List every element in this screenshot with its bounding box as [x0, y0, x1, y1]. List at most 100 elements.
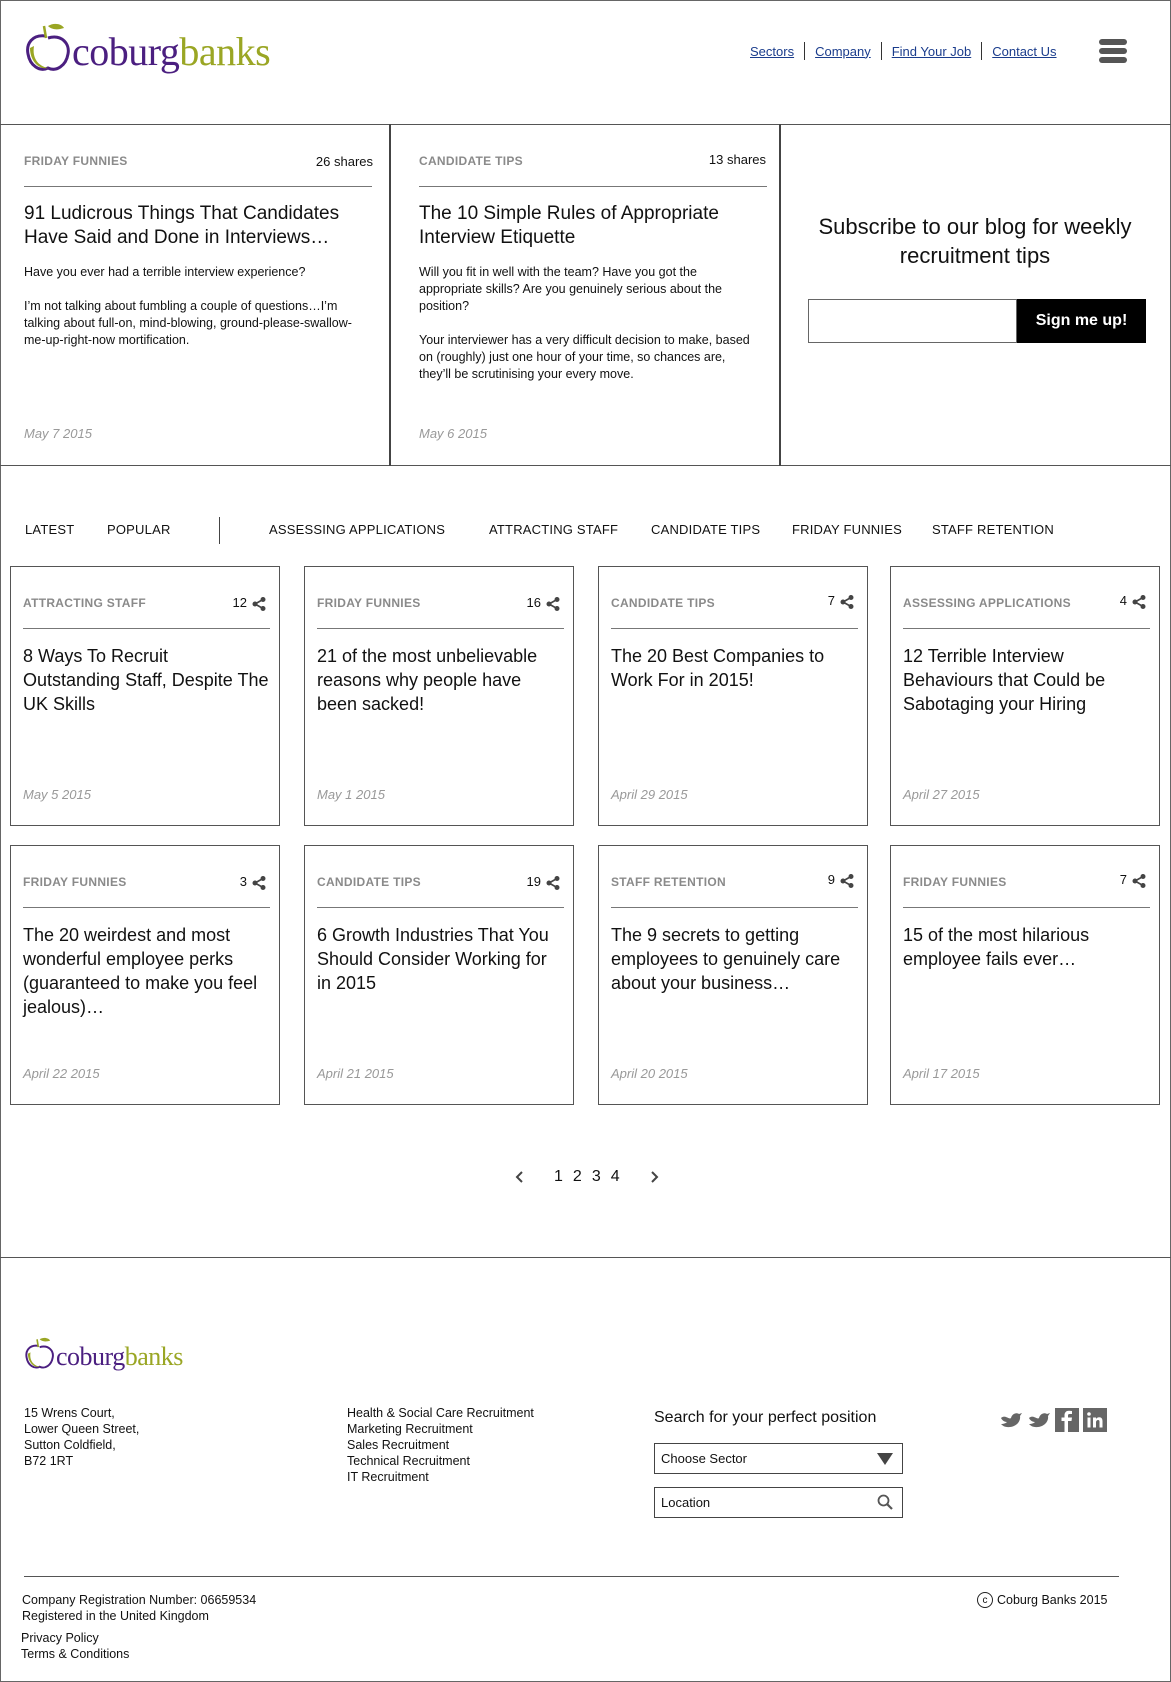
location-placeholder: Location: [661, 1495, 711, 1510]
page-link-4[interactable]: 4: [611, 1168, 620, 1186]
service-link[interactable]: Technical Recruitment: [347, 1453, 534, 1469]
terms-link[interactable]: Terms & Conditions: [21, 1646, 129, 1662]
divider: [611, 907, 858, 908]
post-category[interactable]: CANDIDATE TIPS: [317, 875, 421, 889]
post-card[interactable]: CANDIDATE TIPS 7 The 20 Best Companies t…: [598, 566, 868, 826]
post-card[interactable]: FRIDAY FUNNIES 16 21 of the most unbelie…: [304, 566, 574, 826]
post-share-count: 4: [1119, 593, 1127, 608]
post-category[interactable]: FRIDAY FUNNIES: [903, 875, 1007, 889]
page-link-3[interactable]: 3: [592, 1168, 601, 1186]
featured-title[interactable]: The 10 Simple Rules of Appropriate Inter…: [419, 202, 759, 250]
filter-assessing-applications[interactable]: ASSESSING APPLICATIONS: [269, 522, 445, 537]
divider: [317, 907, 564, 908]
page-link-2[interactable]: 2: [573, 1168, 582, 1186]
divider: [24, 186, 372, 187]
service-link[interactable]: IT Recruitment: [347, 1469, 534, 1485]
post-category[interactable]: ATTRACTING STAFF: [23, 596, 146, 610]
copyright-icon: c: [977, 1592, 993, 1608]
filter-candidate-tips[interactable]: CANDIDATE TIPS: [651, 522, 760, 537]
featured-category[interactable]: CANDIDATE TIPS: [419, 154, 523, 168]
post-title[interactable]: The 20 Best Companies to Work For in 201…: [611, 644, 857, 692]
featured-shares: 13 shares: [708, 152, 766, 167]
linkedin-icon[interactable]: [1083, 1408, 1107, 1432]
share-icon[interactable]: [1132, 595, 1146, 609]
chevron-left-icon[interactable]: [515, 1171, 523, 1183]
footer-address: 15 Wrens Court, Lower Queen Street, Sutt…: [24, 1405, 139, 1469]
featured-title[interactable]: 91 Ludicrous Things That Candidates Have…: [24, 202, 374, 250]
copyright-text: Coburg Banks 2015: [997, 1593, 1108, 1607]
sector-select[interactable]: Choose Sector: [654, 1443, 903, 1474]
address-line: Lower Queen Street,: [24, 1422, 140, 1436]
post-title[interactable]: The 20 weirdest and most wonderful emplo…: [23, 923, 269, 1019]
twitter-icon[interactable]: [1027, 1410, 1051, 1430]
share-icon[interactable]: [252, 597, 266, 611]
nav-contact-us[interactable]: Contact Us: [982, 44, 1066, 59]
post-title[interactable]: 12 Terrible Interview Behaviours that Co…: [903, 644, 1149, 716]
privacy-policy-link[interactable]: Privacy Policy: [21, 1630, 129, 1646]
post-card[interactable]: STAFF RETENTION 9 The 9 secrets to getti…: [598, 845, 868, 1105]
post-category[interactable]: FRIDAY FUNNIES: [23, 875, 127, 889]
chevron-right-icon[interactable]: [650, 1171, 659, 1183]
share-icon[interactable]: [252, 876, 266, 890]
filter-staff-retention[interactable]: STAFF RETENTION: [932, 522, 1054, 537]
divider: [611, 628, 858, 629]
share-icon[interactable]: [840, 595, 854, 609]
post-share-count: 9: [827, 872, 835, 887]
filter-bar: LATEST POPULAR ASSESSING APPLICATIONS AT…: [0, 514, 1171, 544]
share-icon[interactable]: [546, 876, 560, 890]
post-date: May 5 2015: [23, 787, 91, 802]
subscribe-email-input[interactable]: [808, 299, 1017, 343]
post-title[interactable]: 8 Ways To Recruit Outstanding Staff, Des…: [23, 644, 269, 716]
post-title[interactable]: 6 Growth Industries That You Should Cons…: [317, 923, 563, 995]
post-title[interactable]: 15 of the most hilarious employee fails …: [903, 923, 1149, 971]
share-icon[interactable]: [840, 874, 854, 888]
logo-word-coburg: coburg: [56, 1342, 125, 1371]
share-icon[interactable]: [1132, 874, 1146, 888]
post-card[interactable]: ATTRACTING STAFF 12 8 Ways To Recruit Ou…: [10, 566, 280, 826]
search-icon[interactable]: [877, 1494, 893, 1510]
divider: [903, 907, 1150, 908]
featured-card-1[interactable]: FRIDAY FUNNIES 26 shares 91 Ludicrous Th…: [0, 124, 391, 466]
post-category[interactable]: STAFF RETENTION: [611, 875, 726, 889]
legal-links: Privacy Policy Terms & Conditions: [21, 1630, 129, 1662]
post-card[interactable]: FRIDAY FUNNIES 3 The 20 weirdest and mos…: [10, 845, 280, 1105]
service-link[interactable]: Marketing Recruitment: [347, 1421, 534, 1437]
service-link[interactable]: Health & Social Care Recruitment: [347, 1405, 534, 1421]
share-icon[interactable]: [546, 597, 560, 611]
hamburger-menu-icon[interactable]: [1099, 39, 1127, 63]
nav-sectors[interactable]: Sectors: [740, 44, 804, 59]
filter-latest[interactable]: LATEST: [25, 522, 74, 537]
post-title[interactable]: 21 of the most unbelievable reasons why …: [317, 644, 563, 716]
page-link-1[interactable]: 1: [554, 1168, 563, 1186]
post-category[interactable]: CANDIDATE TIPS: [611, 596, 715, 610]
footer-logo[interactable]: coburgbanks: [24, 1336, 183, 1370]
nav-find-your-job[interactable]: Find Your Job: [882, 44, 982, 59]
filter-attracting-staff[interactable]: ATTRACTING STAFF: [489, 522, 618, 537]
post-share-count: 7: [827, 593, 835, 608]
address-line: Sutton Coldfield,: [24, 1438, 116, 1452]
filter-friday-funnies[interactable]: FRIDAY FUNNIES: [792, 522, 902, 537]
pagination: 1 2 3 4: [515, 1168, 659, 1186]
apple-logo-icon: [25, 1337, 54, 1369]
apple-logo-icon: [26, 23, 70, 71]
site-header: coburgbanks Sectors Company Find Your Jo…: [0, 0, 1171, 125]
sign-me-up-button[interactable]: Sign me up!: [1017, 299, 1146, 343]
post-category[interactable]: ASSESSING APPLICATIONS: [903, 596, 1071, 610]
post-category[interactable]: FRIDAY FUNNIES: [317, 596, 421, 610]
filter-popular[interactable]: POPULAR: [107, 522, 171, 537]
post-share-count: 12: [232, 595, 247, 610]
logo[interactable]: coburgbanks: [24, 22, 271, 72]
facebook-icon[interactable]: [1055, 1408, 1079, 1432]
post-card[interactable]: ASSESSING APPLICATIONS 4 12 Terrible Int…: [890, 566, 1160, 826]
featured-card-2[interactable]: CANDIDATE TIPS 13 shares The 10 Simple R…: [390, 124, 781, 466]
service-link[interactable]: Sales Recruitment: [347, 1437, 534, 1453]
post-card[interactable]: CANDIDATE TIPS 19 6 Growth Industries Th…: [304, 845, 574, 1105]
nav-company[interactable]: Company: [805, 44, 881, 59]
featured-category[interactable]: FRIDAY FUNNIES: [24, 154, 128, 168]
logo-word-banks: banks: [124, 1342, 184, 1371]
post-title[interactable]: The 9 secrets to getting employees to ge…: [611, 923, 857, 995]
twitter-icon[interactable]: [999, 1410, 1023, 1430]
post-card[interactable]: FRIDAY FUNNIES 7 15 of the most hilariou…: [890, 845, 1160, 1105]
location-input[interactable]: Location: [654, 1487, 903, 1518]
post-date: April 20 2015: [611, 1066, 688, 1081]
